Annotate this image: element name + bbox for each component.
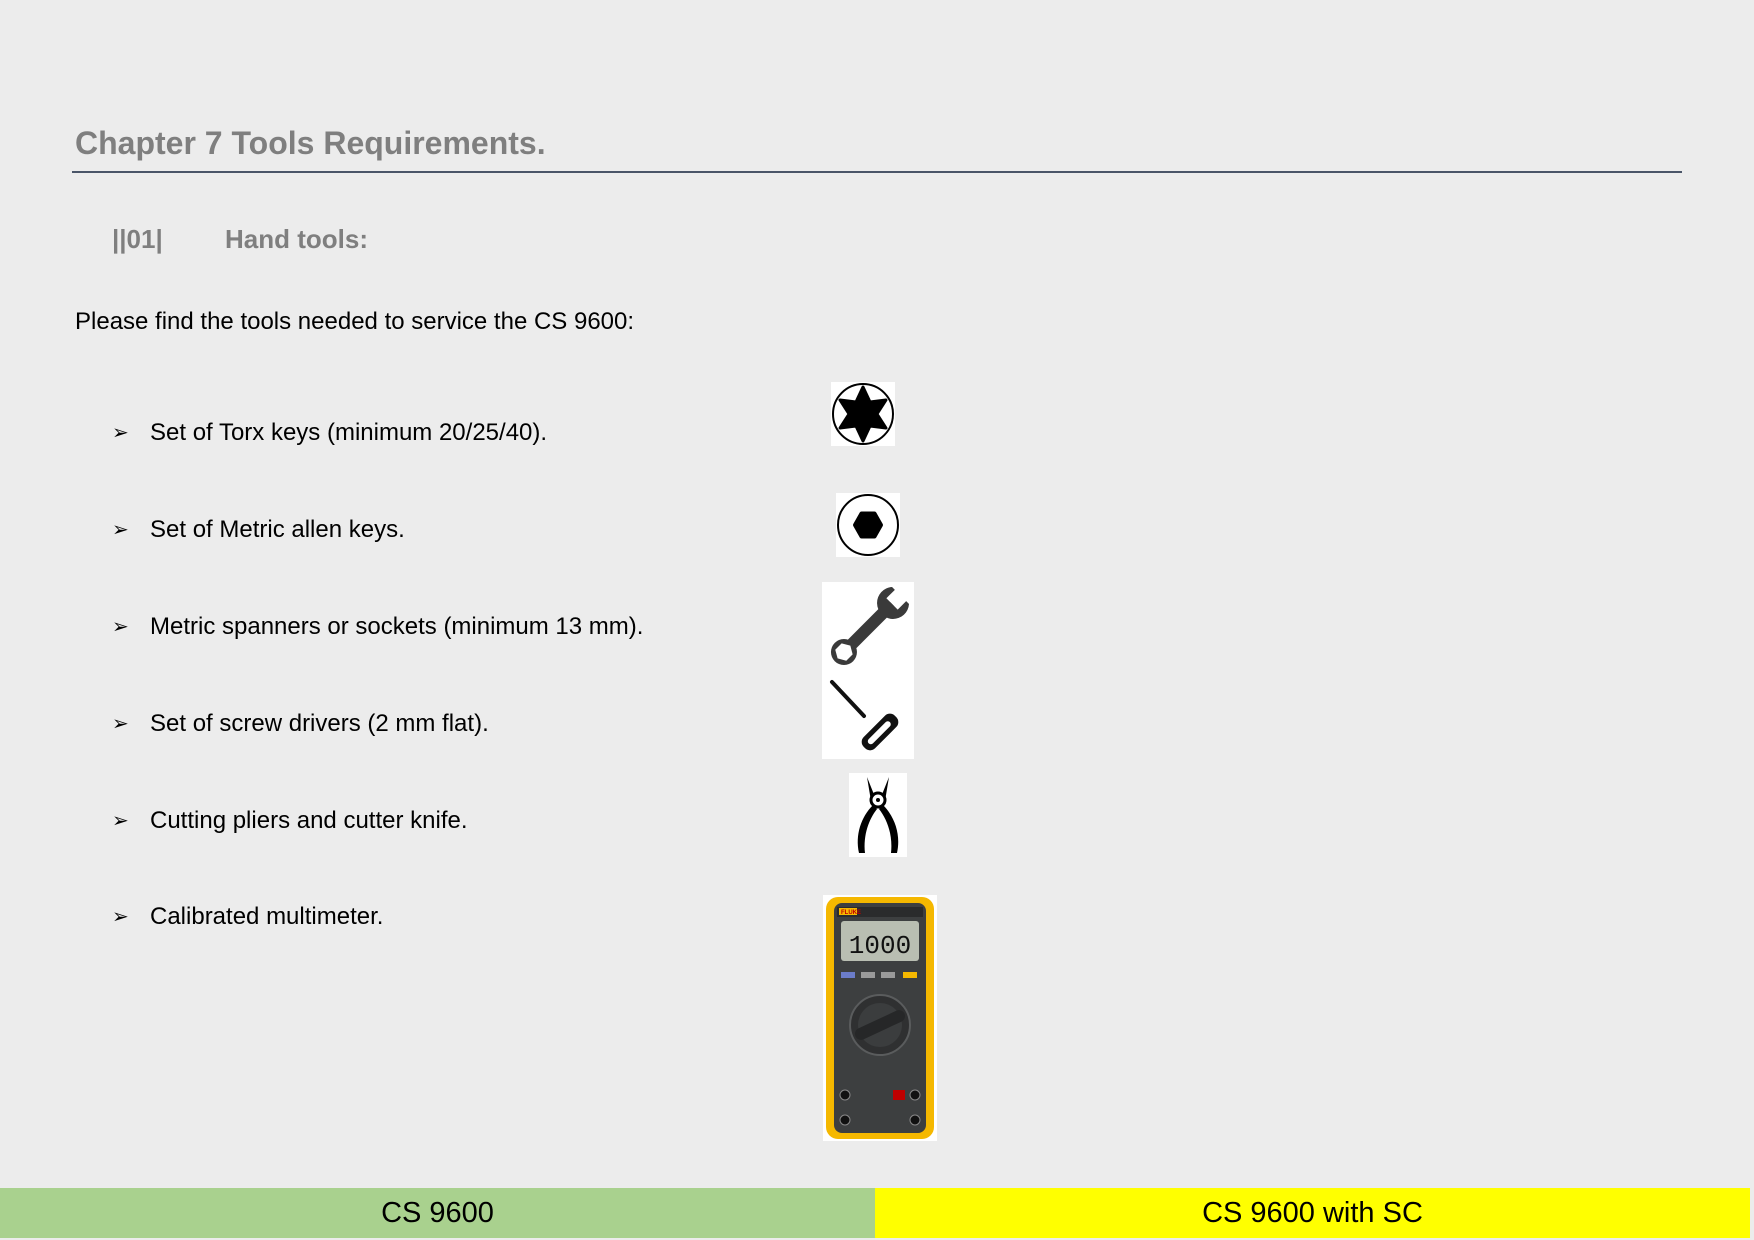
- intro-text: Please find the tools needed to service …: [75, 308, 635, 335]
- list-item: ➢ Set of Torx keys (minimum 20/25/40).: [112, 417, 547, 449]
- list-item: ➢ Cutting pliers and cutter knife.: [112, 805, 468, 837]
- tool-label: Set of Torx keys (minimum 20/25/40).: [150, 419, 548, 446]
- bullet-arrow-icon: ➢: [112, 422, 129, 444]
- list-item: ➢ Metric spanners or sockets (minimum 13…: [112, 611, 643, 643]
- list-item: ➢ Set of Metric allen keys.: [112, 514, 405, 546]
- list-item: ➢ Set of screw drivers (2 mm flat).: [112, 708, 489, 740]
- wrench-icon: [822, 582, 914, 674]
- tool-label: Metric spanners or sockets (minimum 13 m…: [150, 613, 644, 640]
- bullet-arrow-icon: ➢: [112, 906, 129, 928]
- tool-label: Set of screw drivers (2 mm flat).: [150, 710, 489, 737]
- footer-right-label: CS 9600 with SC: [1202, 1197, 1423, 1229]
- footer-band: CS 9600 CS 9600 with SC: [0, 1188, 1750, 1238]
- tool-label: Cutting pliers and cutter knife.: [150, 807, 468, 834]
- section-number: ||01|: [112, 224, 163, 254]
- pliers-icon: [849, 773, 907, 857]
- bullet-arrow-icon: ➢: [112, 713, 129, 735]
- footer-product-cs9600: CS 9600: [0, 1188, 875, 1238]
- title-divider: [72, 171, 1682, 173]
- multimeter-display: 1000: [849, 931, 911, 961]
- tool-label: Calibrated multimeter.: [150, 903, 384, 930]
- multimeter-brand: FLUKE: [841, 910, 861, 916]
- bullet-arrow-icon: ➢: [112, 519, 129, 541]
- tool-label: Set of Metric allen keys.: [150, 516, 405, 543]
- footer-product-cs9600-sc: CS 9600 with SC: [875, 1188, 1750, 1238]
- footer-left-label: CS 9600: [381, 1197, 494, 1229]
- screwdriver-icon: [822, 674, 914, 759]
- list-item: ➢ Calibrated multimeter.: [112, 901, 383, 933]
- hex-key-icon: [836, 493, 900, 557]
- section-title: Hand tools:: [225, 224, 368, 254]
- multimeter-icon: FLUKE 1000: [823, 895, 937, 1141]
- tool-panel: [822, 582, 914, 759]
- chapter-title: Chapter 7 Tools Requirements.: [75, 125, 546, 161]
- bullet-arrow-icon: ➢: [112, 810, 129, 832]
- bullet-arrow-icon: ➢: [112, 616, 129, 638]
- torx-icon: [831, 382, 895, 446]
- section-heading: ||01| Hand tools:: [112, 222, 368, 256]
